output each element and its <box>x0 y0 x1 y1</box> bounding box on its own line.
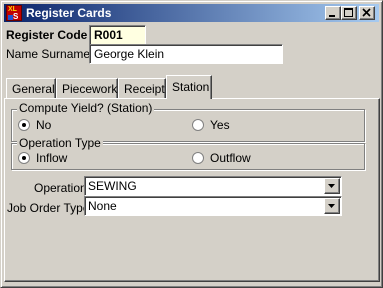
tab-station[interactable]: Station <box>166 75 212 99</box>
close-icon <box>362 8 371 17</box>
register-cards-window: XL S Register Cards Register Code R001 Na… <box>0 0 383 288</box>
compute-yield-title: Compute Yield? (Station) <box>17 101 155 115</box>
operation-type-outflow-radio[interactable] <box>192 152 204 164</box>
chevron-down-icon <box>328 204 335 208</box>
window-title: Register Cards <box>26 6 112 20</box>
job-order-type-dropdown-button[interactable] <box>324 198 340 214</box>
minimize-icon <box>329 15 335 17</box>
tab-general[interactable]: General <box>6 78 56 98</box>
title-bar[interactable]: XL S Register Cards <box>4 4 379 22</box>
close-button[interactable] <box>359 6 375 20</box>
register-code-input[interactable]: R001 <box>89 25 146 45</box>
chevron-down-icon <box>328 184 335 188</box>
register-code-label: Register Code <box>6 28 88 42</box>
compute-yield-no-radio[interactable] <box>18 119 30 131</box>
compute-yield-yes-radio[interactable] <box>192 119 204 131</box>
operation-value: SEWING <box>88 179 137 193</box>
minimize-button[interactable] <box>325 6 341 20</box>
tab-general-label: General <box>12 82 55 96</box>
job-order-type-value: None <box>88 199 117 213</box>
name-surname-input[interactable]: George Klein <box>89 44 283 64</box>
job-order-type-label: Job Order Type <box>7 201 90 215</box>
name-surname-label: Name Surname <box>6 47 91 61</box>
operation-type-inflow-label[interactable]: Inflow <box>36 151 67 165</box>
tab-receipt[interactable]: Receipt <box>118 78 166 98</box>
station-tab-page: Compute Yield? (Station) No Yes Operatio… <box>4 98 380 282</box>
tab-piecework-label: Piecework <box>62 82 118 96</box>
operation-select[interactable]: SEWING <box>84 176 342 196</box>
compute-yield-yes-label[interactable]: Yes <box>210 118 230 132</box>
operation-type-outflow-label[interactable]: Outflow <box>210 151 251 165</box>
compute-yield-no-label[interactable]: No <box>36 118 51 132</box>
operation-dropdown-button[interactable] <box>324 178 340 194</box>
job-order-type-select[interactable]: None <box>84 196 342 216</box>
maximize-icon <box>344 8 353 17</box>
operation-type-inflow-radio[interactable] <box>18 152 30 164</box>
operation-label: Operation <box>34 181 87 195</box>
maximize-button[interactable] <box>341 6 357 20</box>
operation-type-title: Operation Type <box>17 136 103 150</box>
tab-station-label: Station <box>172 80 210 94</box>
tab-receipt-label: Receipt <box>124 82 165 96</box>
tab-piecework[interactable]: Piecework <box>56 78 118 98</box>
app-icon: XL S <box>6 5 22 21</box>
